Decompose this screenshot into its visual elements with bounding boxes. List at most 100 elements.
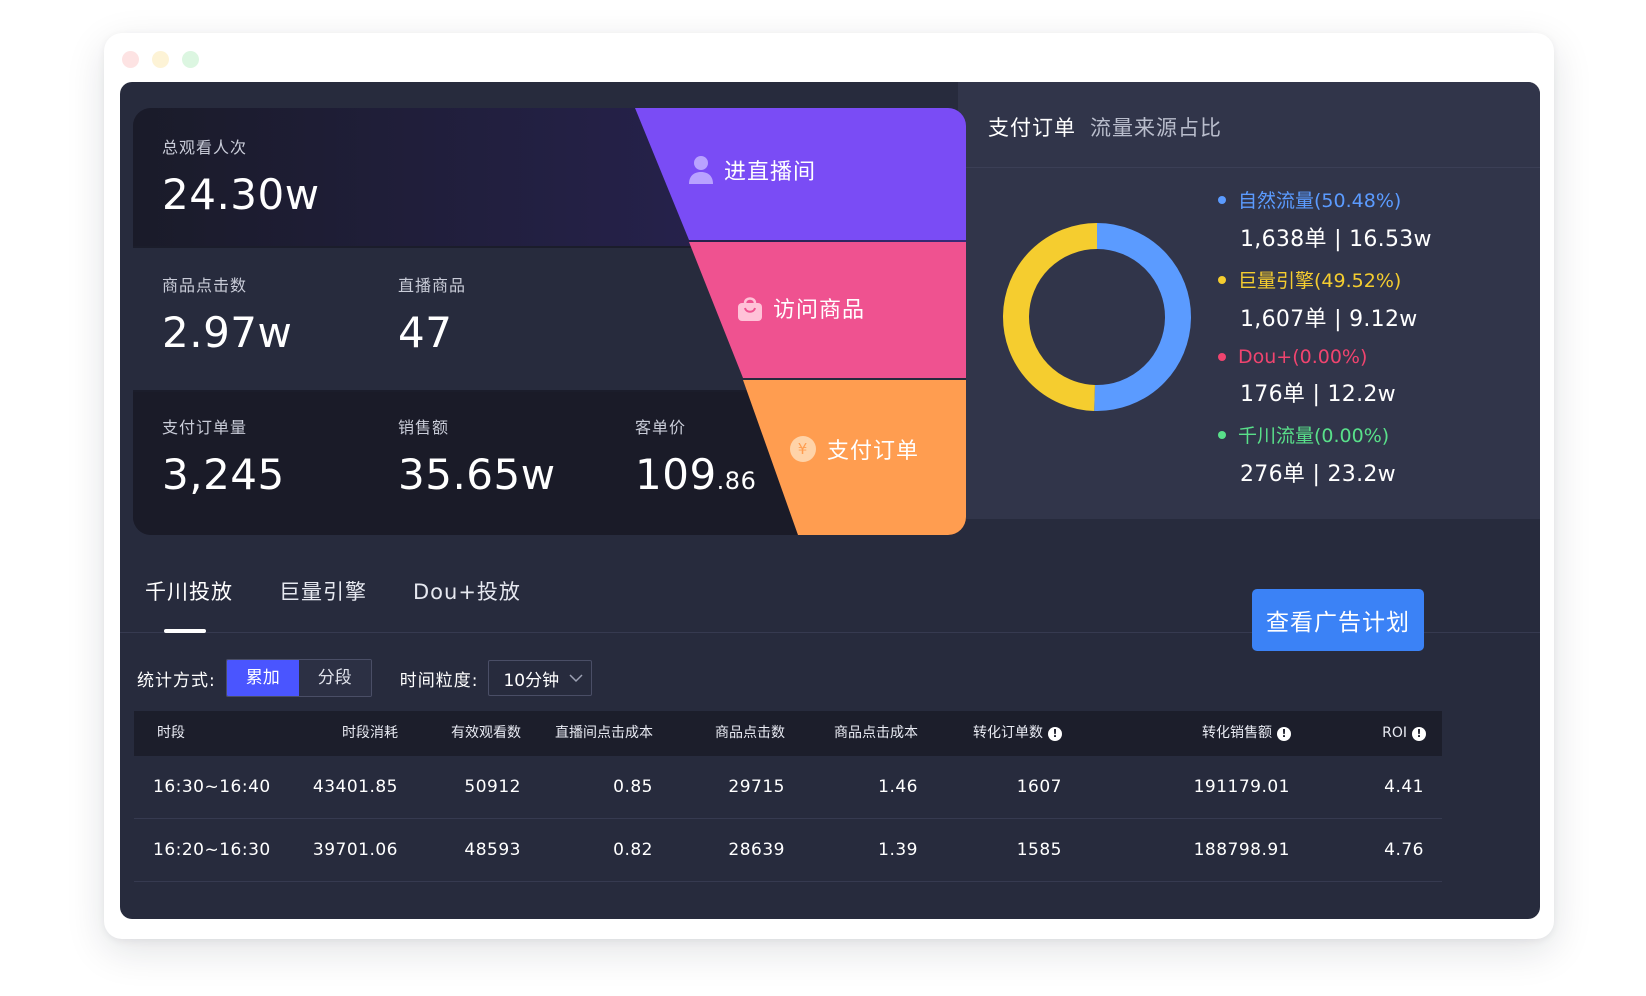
legend-value: 176单 | 12.2w (1240, 382, 1396, 407)
table-row[interactable]: 16:30~16:40 43401.85 50912 0.85 29715 1.… (134, 756, 1442, 819)
header-text: 商品点击数 (715, 725, 785, 741)
info-icon[interactable]: ! (1277, 726, 1291, 741)
ad-stats-table: 时段 时段消耗 有效观看数 直播间点击成本 商品点击数 商品点击成本 转化订单数… (134, 711, 1442, 882)
traffic-panel-header: 支付订单 流量来源占比 (988, 112, 1222, 142)
view-ad-plan-button[interactable]: 查看广告计划 (1252, 589, 1424, 651)
cell-live-click-cost: 0.85 (613, 777, 653, 797)
legend-name: 千川流量 (1238, 425, 1315, 447)
donut-slice[interactable] (1003, 223, 1098, 411)
active-tab-indicator (164, 629, 206, 633)
column-header-period: 时段 (157, 711, 185, 756)
legend-value: 1,607单 | 9.12w (1240, 307, 1418, 332)
cell-product-clicks: 28639 (728, 840, 785, 860)
cell-conversion-orders: 1607 (1016, 777, 1062, 797)
svg-text:¥: ¥ (798, 440, 809, 458)
cell-roi: 4.76 (1384, 840, 1424, 860)
table-row[interactable]: 16:20~16:30 39701.06 48593 0.82 28639 1.… (134, 819, 1442, 882)
segment-text: 访问商品 (773, 298, 866, 323)
header-text: 商品点击成本 (834, 725, 918, 741)
info-icon[interactable]: ! (1048, 726, 1062, 741)
cell-spend: 39701.06 (312, 840, 398, 860)
tab-dou-plus[interactable]: Dou+投放 (413, 576, 521, 606)
stat-method-label: 统计方式: (137, 670, 216, 691)
traffic-title: 支付订单 (988, 116, 1076, 140)
column-header-conversion-sales: 转化销售额! (1202, 711, 1291, 756)
legend-name: Dou+ (1238, 346, 1293, 368)
sales-funnel-card: 总观看人次 24.30w 商品点击数 2.97w 直播商品 47 支付订单量 3… (133, 108, 966, 535)
stat-option-segmented[interactable]: 分段 (298, 660, 371, 696)
cell-product-click-cost: 1.46 (878, 777, 918, 797)
table-header: 时段 时段消耗 有效观看数 直播间点击成本 商品点击数 商品点击成本 转化订单数… (134, 711, 1442, 756)
granularity-value: 10分钟 (503, 670, 560, 691)
column-header-product-click-cost: 商品点击成本 (834, 711, 918, 756)
info-icon[interactable]: ! (1412, 726, 1426, 741)
window-controls (122, 51, 199, 68)
tab-juliang[interactable]: 巨量引擎 (279, 576, 367, 606)
legend-value: 1,638单 | 16.53w (1240, 227, 1432, 252)
traffic-donut-chart (1003, 223, 1191, 411)
granularity-label: 时间粒度: (399, 670, 479, 691)
donut-slice[interactable] (1094, 223, 1191, 411)
granularity-select[interactable]: 10分钟 (488, 660, 593, 696)
cell-live-click-cost: 0.82 (613, 840, 653, 860)
segment-label-visit-products: 访问商品 (737, 292, 865, 324)
panel-pointer (980, 412, 1004, 452)
header-text: 时段 (157, 725, 185, 741)
cell-conversion-orders: 1585 (1016, 840, 1062, 860)
legend-item-natural: 自然流量(50.48%) 1,638单 | 16.53w (1218, 186, 1432, 253)
cell-conversion-sales: 188798.91 (1193, 840, 1290, 860)
ad-channel-tabs: 千川投放 巨量引擎 Dou+投放 (145, 576, 567, 606)
cell-period: 16:20~16:30 (153, 840, 271, 860)
cell-product-click-cost: 1.39 (878, 840, 918, 860)
header-text: 转化订单数 (973, 725, 1043, 741)
chevron-down-icon (569, 673, 583, 682)
legend-item-qianchuan: 千川流量(0.00%) 276单 | 23.2w (1218, 421, 1432, 488)
legend-name-row: 自然流量(50.48%) (1218, 186, 1432, 213)
segment-label-enter-live: 进直播间 (688, 154, 816, 186)
header-text: 转化销售额 (1202, 725, 1272, 741)
legend-pct: (49.52%) (1314, 270, 1402, 292)
legend-value: 276单 | 23.2w (1240, 462, 1396, 487)
header-text: 直播间点击成本 (555, 725, 653, 741)
column-header-roi: ROI! (1382, 711, 1426, 756)
app-window: 支付订单流量来源占比 自然流量(50.48%) 1,638单 | 16.53w (104, 33, 1554, 939)
traffic-source-panel: 支付订单流量来源占比 自然流量(50.48%) 1,638单 | 16.53w (958, 82, 1540, 519)
divider (958, 167, 1540, 168)
legend-pct: (50.48%) (1314, 190, 1402, 212)
legend-item-dou: Dou+(0.00%) 176单 | 12.2w (1218, 346, 1432, 408)
column-header-spend: 时段消耗 (342, 711, 398, 756)
legend-dot (1218, 195, 1226, 204)
legend-pct: (0.00%) (1292, 346, 1368, 368)
header-text: ROI (1382, 725, 1407, 741)
user-icon (689, 156, 713, 184)
cell-conversion-sales: 191179.01 (1193, 777, 1290, 797)
legend-name-row: 巨量引擎(49.52%) (1218, 266, 1432, 293)
cell-spend: 43401.85 (312, 777, 398, 797)
shopping-bag-icon (738, 297, 762, 321)
header-text: 时段消耗 (342, 725, 398, 741)
maximize-window-dot[interactable] (182, 51, 199, 68)
column-header-live-click-cost: 直播间点击成本 (555, 711, 653, 756)
cell-valid-views: 50912 (464, 777, 521, 797)
cell-product-clicks: 29715 (728, 777, 785, 797)
cell-period: 16:30~16:40 (153, 777, 271, 797)
traffic-legend: 自然流量(50.48%) 1,638单 | 16.53w 巨量引擎(49.52%… (1218, 186, 1432, 501)
stat-option-cumulative[interactable]: 累加 (226, 660, 299, 696)
legend-name: 自然流量 (1238, 190, 1315, 212)
minimize-window-dot[interactable] (152, 51, 169, 68)
legend-name-row: 千川流量(0.00%) (1218, 421, 1432, 448)
segment-text: 支付订单 (827, 439, 920, 464)
yuan-coin-icon: ¥ (790, 436, 816, 462)
cell-valid-views: 48593 (464, 840, 521, 860)
traffic-subtitle: 流量来源占比 (1090, 116, 1222, 140)
legend-name: 巨量引擎 (1238, 270, 1315, 292)
legend-dot (1218, 430, 1226, 439)
column-header-product-clicks: 商品点击数 (715, 711, 785, 756)
column-header-valid-views: 有效观看数 (451, 711, 521, 756)
filters-bar: 统计方式: 累加 分段 时间粒度: 10分钟 (137, 659, 593, 697)
segment-label-paid-orders: ¥ 支付订单 (789, 433, 919, 465)
stat-method-toggle: 累加 分段 (225, 659, 372, 697)
legend-pct: (0.00%) (1314, 425, 1390, 447)
tab-qianchuan[interactable]: 千川投放 (145, 576, 233, 606)
close-window-dot[interactable] (122, 51, 139, 68)
